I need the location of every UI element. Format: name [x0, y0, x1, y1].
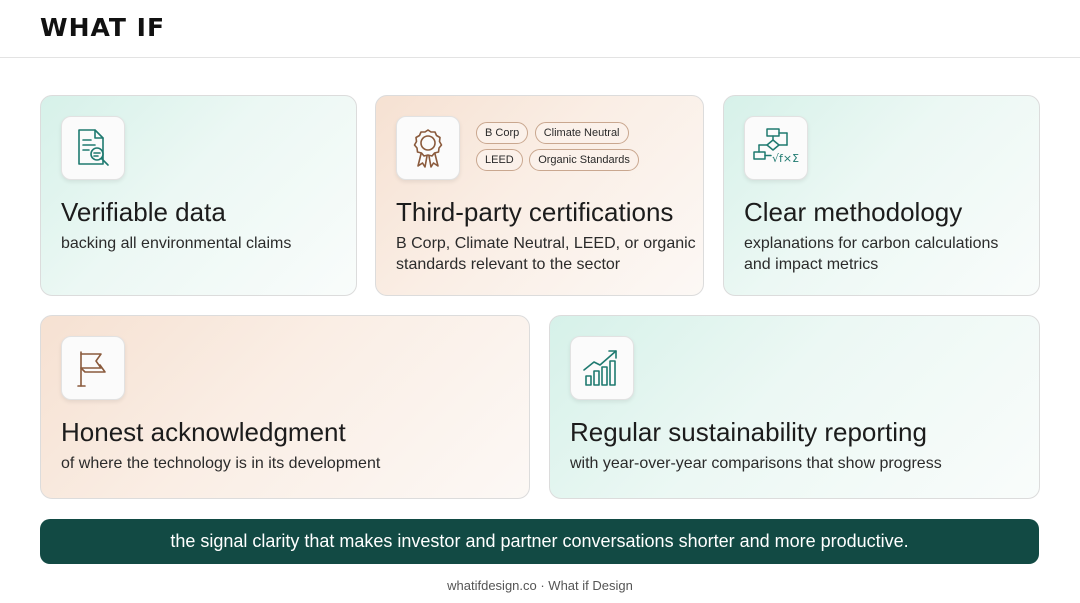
tag-b-corp: B Corp	[476, 122, 529, 144]
growth-chart-icon	[570, 336, 634, 400]
card-description: of where the technology is in its develo…	[61, 455, 381, 472]
summary-banner: the signal clarity that makes investor a…	[40, 519, 1039, 564]
card-title: Verifiable data	[61, 197, 226, 227]
svg-text:√f×Σ: √f×Σ	[772, 152, 799, 165]
card-description: B Corp, Climate Neutral, LEED, or organi…	[396, 235, 696, 273]
card-description: with year-over-year comparisons that sho…	[570, 455, 942, 472]
card-third-party-certifications: B Corp Climate Neutral LEED Organic Stan…	[375, 95, 704, 296]
tag-climate-neutral: Climate Neutral	[534, 122, 629, 144]
card-clear-methodology: √f×Σ Clear methodology explanations for …	[723, 95, 1040, 296]
card-title: Third-party certifications	[396, 197, 674, 227]
card-description: explanations for carbon calculations and…	[744, 235, 999, 273]
card-title: Honest acknowledgment	[61, 417, 346, 447]
flag-icon	[61, 336, 125, 400]
award-ribbon-icon	[396, 116, 460, 180]
logo[interactable]: WHAT IF	[40, 13, 165, 42]
certification-tags: B Corp Climate Neutral LEED Organic Stan…	[476, 122, 676, 176]
card-title: Regular sustainability reporting	[570, 417, 927, 447]
card-honest-acknowledgment: Honest acknowledgment of where the techn…	[40, 315, 530, 499]
card-verifiable-data: Verifiable data backing all environmenta…	[40, 95, 357, 296]
header: WHAT IF	[0, 0, 1080, 58]
card-description: backing all environmental claims	[61, 235, 292, 252]
tag-leed: LEED	[476, 149, 523, 171]
footer-credit: whatifdesign.co · What if Design	[447, 578, 633, 593]
flowchart-formula-icon: √f×Σ	[744, 116, 808, 180]
card-regular-sustainability-reporting: Regular sustainability reporting with ye…	[549, 315, 1040, 499]
tag-organic-standards: Organic Standards	[529, 149, 639, 171]
document-search-icon	[61, 116, 125, 180]
card-title: Clear methodology	[744, 197, 963, 227]
